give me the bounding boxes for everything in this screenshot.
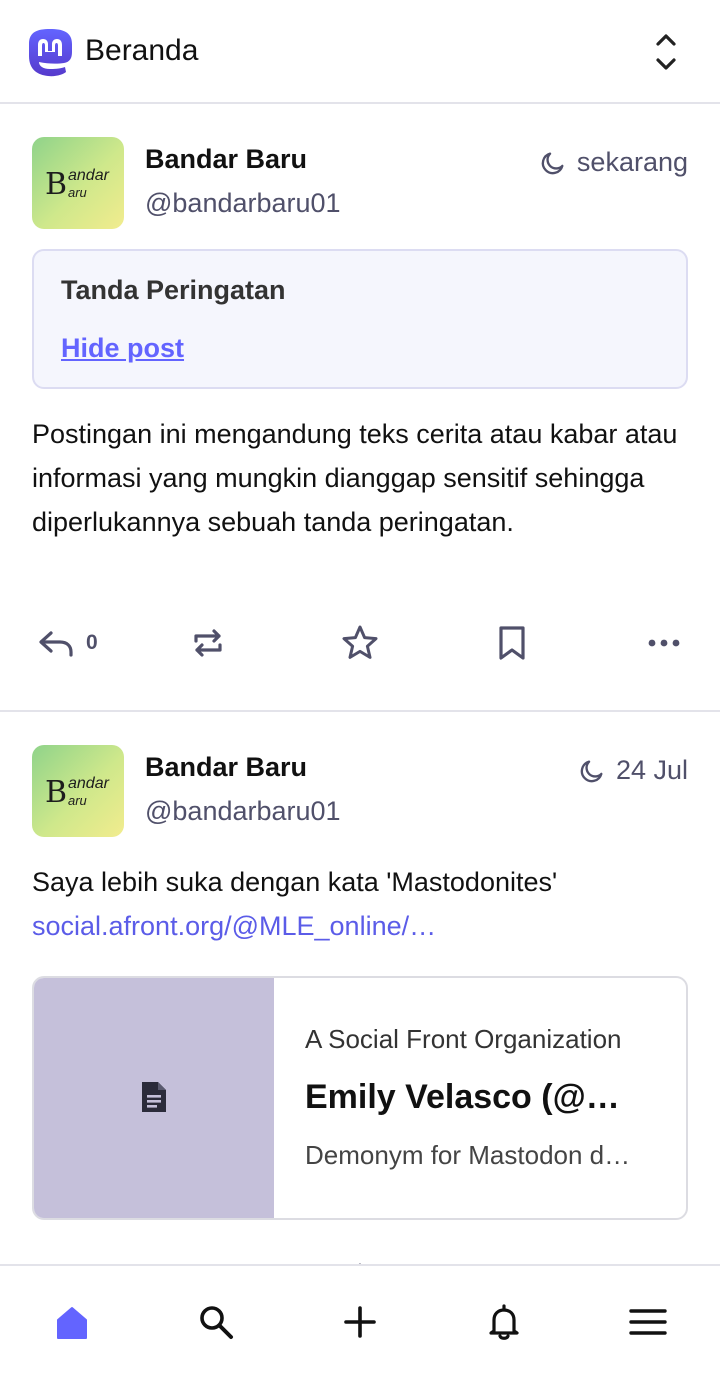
nav-notifications[interactable] (480, 1298, 528, 1346)
moon-icon (580, 760, 603, 782)
bookmark-button[interactable] (492, 1256, 532, 1264)
link-preview-card[interactable]: A Social Front Organization Emily Velasc… (32, 976, 688, 1220)
avatar-text: andar (68, 775, 109, 792)
menu-icon (629, 1309, 667, 1335)
reply-button[interactable] (36, 1256, 76, 1264)
page-title: Beranda (85, 34, 199, 67)
document-icon (142, 1082, 166, 1112)
card-thumbnail (34, 978, 274, 1218)
card-title: Emily Velasco (@… (305, 1078, 620, 1116)
bell-icon (489, 1304, 519, 1340)
avatar-text: aru (68, 793, 87, 808)
post-actions (0, 1256, 720, 1264)
status-post[interactable]: B andar aru Bandar Baru @bandarbaru01 24… (0, 106, 720, 1264)
card-provider: A Social Front Organization (305, 1024, 622, 1054)
favourite-button[interactable] (340, 1256, 380, 1264)
chevron-up-down-icon[interactable] (650, 30, 682, 74)
post-link[interactable]: social.afront.org/@MLE_online/… (32, 904, 692, 948)
card-description: Demonym for Mastodon d… (305, 1140, 631, 1170)
avatar-letter: B (45, 775, 68, 810)
post-text: Saya lebih suka dengan kata 'Mastodonite… (32, 867, 558, 897)
post-content: Saya lebih suka dengan kata 'Mastodonite… (32, 860, 692, 948)
top-bar: Beranda (0, 0, 720, 104)
timestamp-text: 24 Jul (615, 755, 688, 785)
nav-search[interactable] (192, 1298, 240, 1346)
display-name[interactable]: Bandar Baru (145, 752, 307, 783)
timeline-feed[interactable]: B andar aru Bandar Baru @bandarbaru01 se… (0, 106, 720, 1264)
nav-menu[interactable] (624, 1298, 672, 1346)
nav-compose[interactable] (336, 1298, 384, 1346)
bottom-navigation (0, 1264, 720, 1373)
mastodon-logo-icon[interactable] (26, 28, 74, 78)
avatar[interactable]: B andar aru (32, 745, 124, 837)
nav-home[interactable] (48, 1298, 96, 1346)
boost-button[interactable] (188, 1256, 228, 1264)
account-handle[interactable]: @bandarbaru01 (145, 796, 341, 827)
search-icon (200, 1306, 233, 1339)
post-timestamp[interactable]: 24 Jul (578, 755, 688, 786)
home-icon (57, 1307, 87, 1339)
plus-icon (344, 1306, 376, 1338)
